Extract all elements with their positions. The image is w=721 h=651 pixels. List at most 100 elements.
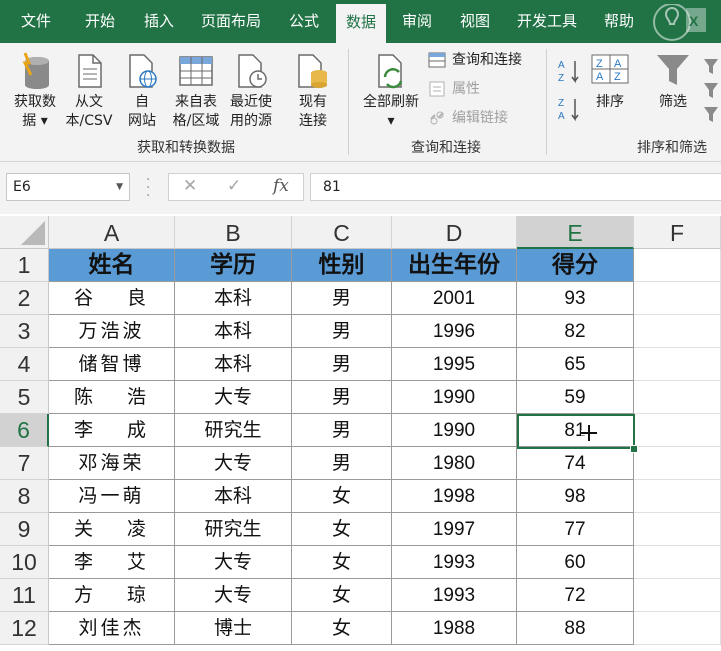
tab-page-layout[interactable]: 页面布局: [194, 0, 268, 43]
tab-insert[interactable]: 插入: [131, 0, 187, 43]
row-header-12[interactable]: 12: [0, 612, 49, 645]
cancel-icon[interactable]: ✕: [183, 176, 197, 196]
row-header-6[interactable]: 6: [0, 414, 49, 447]
cell-f4[interactable]: [634, 348, 721, 381]
column-header-a[interactable]: A: [49, 216, 175, 249]
cell-a11[interactable]: 方 琼: [49, 579, 175, 612]
row-header-4[interactable]: 4: [0, 348, 49, 381]
cell-c4[interactable]: 男: [292, 348, 392, 381]
cell-d7[interactable]: 1980: [392, 447, 517, 480]
recent-sources-button[interactable]: 最近使 用的源: [224, 51, 278, 131]
row-header-7[interactable]: 7: [0, 447, 49, 480]
cell-f11[interactable]: [634, 579, 721, 612]
cell-d6[interactable]: 1990: [392, 414, 517, 447]
cell-e1[interactable]: 得分: [517, 249, 634, 282]
from-table-range-button[interactable]: 来自表 格/区域: [168, 51, 224, 131]
cell-c10[interactable]: 女: [292, 546, 392, 579]
cell-b11[interactable]: 大专: [175, 579, 292, 612]
cell-c8[interactable]: 女: [292, 480, 392, 513]
cell-f12[interactable]: [634, 612, 721, 645]
cell-e8[interactable]: 98: [517, 480, 634, 513]
row-header-2[interactable]: 2: [0, 282, 49, 315]
column-header-d[interactable]: D: [392, 216, 517, 249]
cell-d4[interactable]: 1995: [392, 348, 517, 381]
cell-e5[interactable]: 59: [517, 381, 634, 414]
insert-function-icon[interactable]: fx: [273, 176, 289, 196]
cell-b9[interactable]: 研究生: [175, 513, 292, 546]
drag-handle-icon[interactable]: · · ·: [146, 173, 150, 203]
cell-b7[interactable]: 大专: [175, 447, 292, 480]
chevron-down-icon[interactable]: ▼: [116, 174, 123, 200]
cell-e3[interactable]: 82: [517, 315, 634, 348]
tab-home[interactable]: 开始: [72, 0, 128, 43]
cell-a8[interactable]: 冯一萌: [49, 480, 175, 513]
cell-d8[interactable]: 1998: [392, 480, 517, 513]
cell-c12[interactable]: 女: [292, 612, 392, 645]
cell-a7[interactable]: 邓海荣: [49, 447, 175, 480]
cell-f9[interactable]: [634, 513, 721, 546]
from-text-csv-button[interactable]: 从文 本/CSV: [62, 51, 116, 131]
column-header-b[interactable]: B: [175, 216, 292, 249]
formula-input[interactable]: 81: [310, 173, 721, 201]
cell-e12[interactable]: 88: [517, 612, 634, 645]
tab-data[interactable]: 数据: [336, 4, 386, 43]
cell-e7[interactable]: 74: [517, 447, 634, 480]
row-header-1[interactable]: 1: [0, 249, 49, 282]
cell-c7[interactable]: 男: [292, 447, 392, 480]
cell-d12[interactable]: 1988: [392, 612, 517, 645]
cell-f10[interactable]: [634, 546, 721, 579]
name-box[interactable]: E6 ▼: [6, 173, 130, 201]
cell-f6[interactable]: [634, 414, 721, 447]
fill-handle[interactable]: [630, 445, 638, 453]
cell-c9[interactable]: 女: [292, 513, 392, 546]
cell-b1[interactable]: 学历: [175, 249, 292, 282]
cell-b8[interactable]: 本科: [175, 480, 292, 513]
cell-b3[interactable]: 本科: [175, 315, 292, 348]
tab-file[interactable]: 文件: [8, 0, 64, 43]
cell-b12[interactable]: 博士: [175, 612, 292, 645]
cell-a1[interactable]: 姓名: [49, 249, 175, 282]
column-header-c[interactable]: C: [292, 216, 392, 249]
cell-b5[interactable]: 大专: [175, 381, 292, 414]
cell-f8[interactable]: [634, 480, 721, 513]
cell-a3[interactable]: 万浩波: [49, 315, 175, 348]
column-header-e[interactable]: E: [517, 216, 634, 249]
cell-a9[interactable]: 关 凌: [49, 513, 175, 546]
cell-b2[interactable]: 本科: [175, 282, 292, 315]
edit-links-button[interactable]: 编辑链接: [428, 108, 508, 128]
cell-b10[interactable]: 大专: [175, 546, 292, 579]
cell-c1[interactable]: 性别: [292, 249, 392, 282]
cell-e11[interactable]: 72: [517, 579, 634, 612]
cell-d9[interactable]: 1997: [392, 513, 517, 546]
cell-f1[interactable]: [634, 249, 721, 282]
cell-d5[interactable]: 1990: [392, 381, 517, 414]
tab-view[interactable]: 视图: [450, 0, 500, 43]
sort-asc-button[interactable]: A Z: [556, 57, 584, 93]
row-header-5[interactable]: 5: [0, 381, 49, 414]
cell-f3[interactable]: [634, 315, 721, 348]
cell-a2[interactable]: 谷 良: [49, 282, 175, 315]
cell-f5[interactable]: [634, 381, 721, 414]
cell-a6[interactable]: 李 成: [49, 414, 175, 447]
cell-d2[interactable]: 2001: [392, 282, 517, 315]
cell-d1[interactable]: 出生年份: [392, 249, 517, 282]
tab-help[interactable]: 帮助: [594, 0, 644, 43]
properties-button[interactable]: 属性: [428, 79, 480, 99]
sort-desc-button[interactable]: Z A: [556, 95, 584, 131]
cell-c11[interactable]: 女: [292, 579, 392, 612]
row-header-3[interactable]: 3: [0, 315, 49, 348]
row-header-11[interactable]: 11: [0, 579, 49, 612]
cell-a10[interactable]: 李 艾: [49, 546, 175, 579]
cell-e6[interactable]: 81: [517, 414, 634, 447]
cell-a5[interactable]: 陈 浩: [49, 381, 175, 414]
get-data-button[interactable]: 获取数 据 ▾: [8, 51, 62, 131]
cell-e9[interactable]: 77: [517, 513, 634, 546]
select-all-button[interactable]: [0, 216, 49, 249]
cell-b4[interactable]: 本科: [175, 348, 292, 381]
sort-button[interactable]: Z A A Z 排序: [588, 51, 632, 112]
tab-developer[interactable]: 开发工具: [508, 0, 586, 43]
cell-d11[interactable]: 1993: [392, 579, 517, 612]
tab-review[interactable]: 审阅: [392, 0, 442, 43]
cell-c2[interactable]: 男: [292, 282, 392, 315]
row-header-8[interactable]: 8: [0, 480, 49, 513]
